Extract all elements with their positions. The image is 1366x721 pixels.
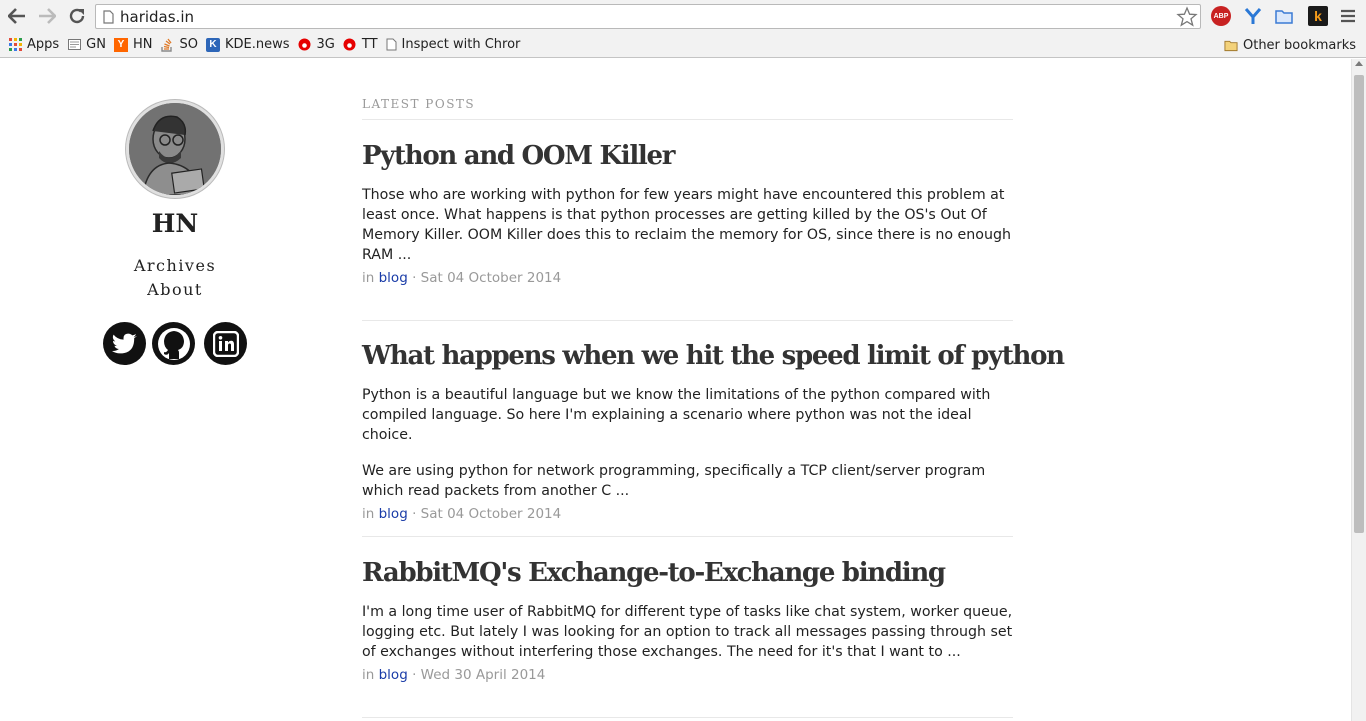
post-meta: in blog · Sat 04 October 2014 [362, 270, 1013, 286]
post-title[interactable]: RabbitMQ's Exchange-to-Exchange binding [362, 556, 1013, 590]
stackoverflow-icon [160, 38, 174, 52]
y-extension-icon[interactable] [1243, 6, 1263, 26]
apps-grid-icon [8, 38, 22, 52]
hacker-news-icon: Y [113, 37, 128, 52]
arrow-right-icon [39, 8, 56, 24]
vodafone-icon [298, 38, 312, 52]
reload-icon [69, 8, 85, 24]
page-content: HN Archives About LATEST POSTS Python an… [0, 59, 1366, 721]
category-link[interactable]: blog [379, 270, 408, 286]
bookmark-apps[interactable]: Apps [4, 34, 63, 56]
other-bookmarks[interactable]: Other bookmarks [1220, 34, 1360, 56]
twitter-icon[interactable] [103, 322, 146, 365]
vodafone-icon [343, 38, 357, 52]
page-icon [386, 38, 397, 52]
post-paragraph: Python is a beautiful language but we kn… [362, 387, 991, 443]
reload-button[interactable] [64, 4, 90, 28]
post-title[interactable]: Python and OOM Killer [362, 139, 1013, 173]
bookmark-gn[interactable]: GN [63, 34, 110, 56]
post-item: Python and OOM Killer Those who are work… [362, 139, 1013, 286]
menu-icon[interactable] [1338, 6, 1358, 26]
bookmark-hn[interactable]: Y HN [110, 34, 157, 56]
scroll-up-arrow-icon[interactable] [1355, 61, 1363, 66]
vertical-scrollbar[interactable] [1351, 59, 1366, 721]
page-icon [103, 9, 114, 24]
post-meta: in blog · Wed 30 April 2014 [362, 667, 1013, 683]
category-link[interactable]: blog [379, 506, 408, 522]
post-summary: Python is a beautiful language but we kn… [362, 385, 1013, 501]
scrollbar-thumb[interactable] [1354, 75, 1364, 533]
avatar[interactable] [126, 100, 224, 198]
post-summary: Those who are working with python for fe… [362, 185, 1013, 265]
adblock-plus-icon[interactable]: ABP [1211, 6, 1231, 26]
meta-prefix: in [362, 506, 375, 522]
meta-prefix: in [362, 270, 375, 286]
divider [362, 320, 1013, 321]
back-button[interactable] [4, 4, 30, 28]
bookmark-kde-news[interactable]: K KDE.news [202, 34, 294, 56]
avatar-illustration-icon [129, 103, 221, 195]
github-icon[interactable] [152, 322, 195, 365]
k-extension-icon[interactable]: k [1308, 6, 1328, 26]
news-icon [67, 38, 81, 52]
url-text[interactable]: haridas.in [120, 8, 194, 26]
post-meta: in blog · Sat 04 October 2014 [362, 506, 1013, 522]
post-item: What happens when we hit the speed limit… [362, 339, 1065, 522]
forward-button[interactable] [34, 4, 60, 28]
bookmark-tt[interactable]: TT [339, 34, 382, 56]
post-paragraph: Those who are working with python for fe… [362, 187, 1011, 263]
post-summary: I'm a long time user of RabbitMQ for dif… [362, 602, 1013, 662]
post-date: · Sat 04 October 2014 [412, 270, 562, 286]
bookmark-3g[interactable]: 3G [294, 34, 339, 56]
divider [362, 717, 1013, 718]
linkedin-icon[interactable] [204, 322, 247, 365]
nav-archives-link[interactable]: Archives [95, 256, 255, 275]
post-paragraph: I'm a long time user of RabbitMQ for dif… [362, 604, 1013, 660]
folder-icon [1224, 38, 1238, 52]
bookmark-star-icon[interactable] [1176, 6, 1198, 28]
post-date: · Sat 04 October 2014 [412, 506, 562, 522]
post-title[interactable]: What happens when we hit the speed limit… [362, 339, 1065, 373]
arrow-left-icon [8, 8, 25, 24]
bookmark-so[interactable]: SO [156, 34, 201, 56]
category-link[interactable]: blog [379, 667, 408, 683]
site-name[interactable]: HN [95, 209, 255, 238]
divider [362, 536, 1013, 537]
kde-icon: K [205, 37, 220, 52]
divider [362, 119, 1013, 120]
nav-about-link[interactable]: About [95, 280, 255, 299]
meta-prefix: in [362, 667, 375, 683]
folder-extension-icon[interactable] [1274, 6, 1294, 26]
address-bar[interactable]: haridas.in [95, 4, 1201, 29]
bookmark-inspect[interactable]: Inspect with Chror [382, 34, 522, 56]
post-date: · Wed 30 April 2014 [412, 667, 546, 683]
post-item: RabbitMQ's Exchange-to-Exchange binding … [362, 556, 1013, 683]
post-paragraph: We are using python for network programm… [362, 463, 986, 499]
bookmarks-bar: Apps GN Y HN SO K KDE.news 3G TT Inspect… [0, 32, 1366, 58]
latest-posts-heading: LATEST POSTS [362, 97, 476, 111]
